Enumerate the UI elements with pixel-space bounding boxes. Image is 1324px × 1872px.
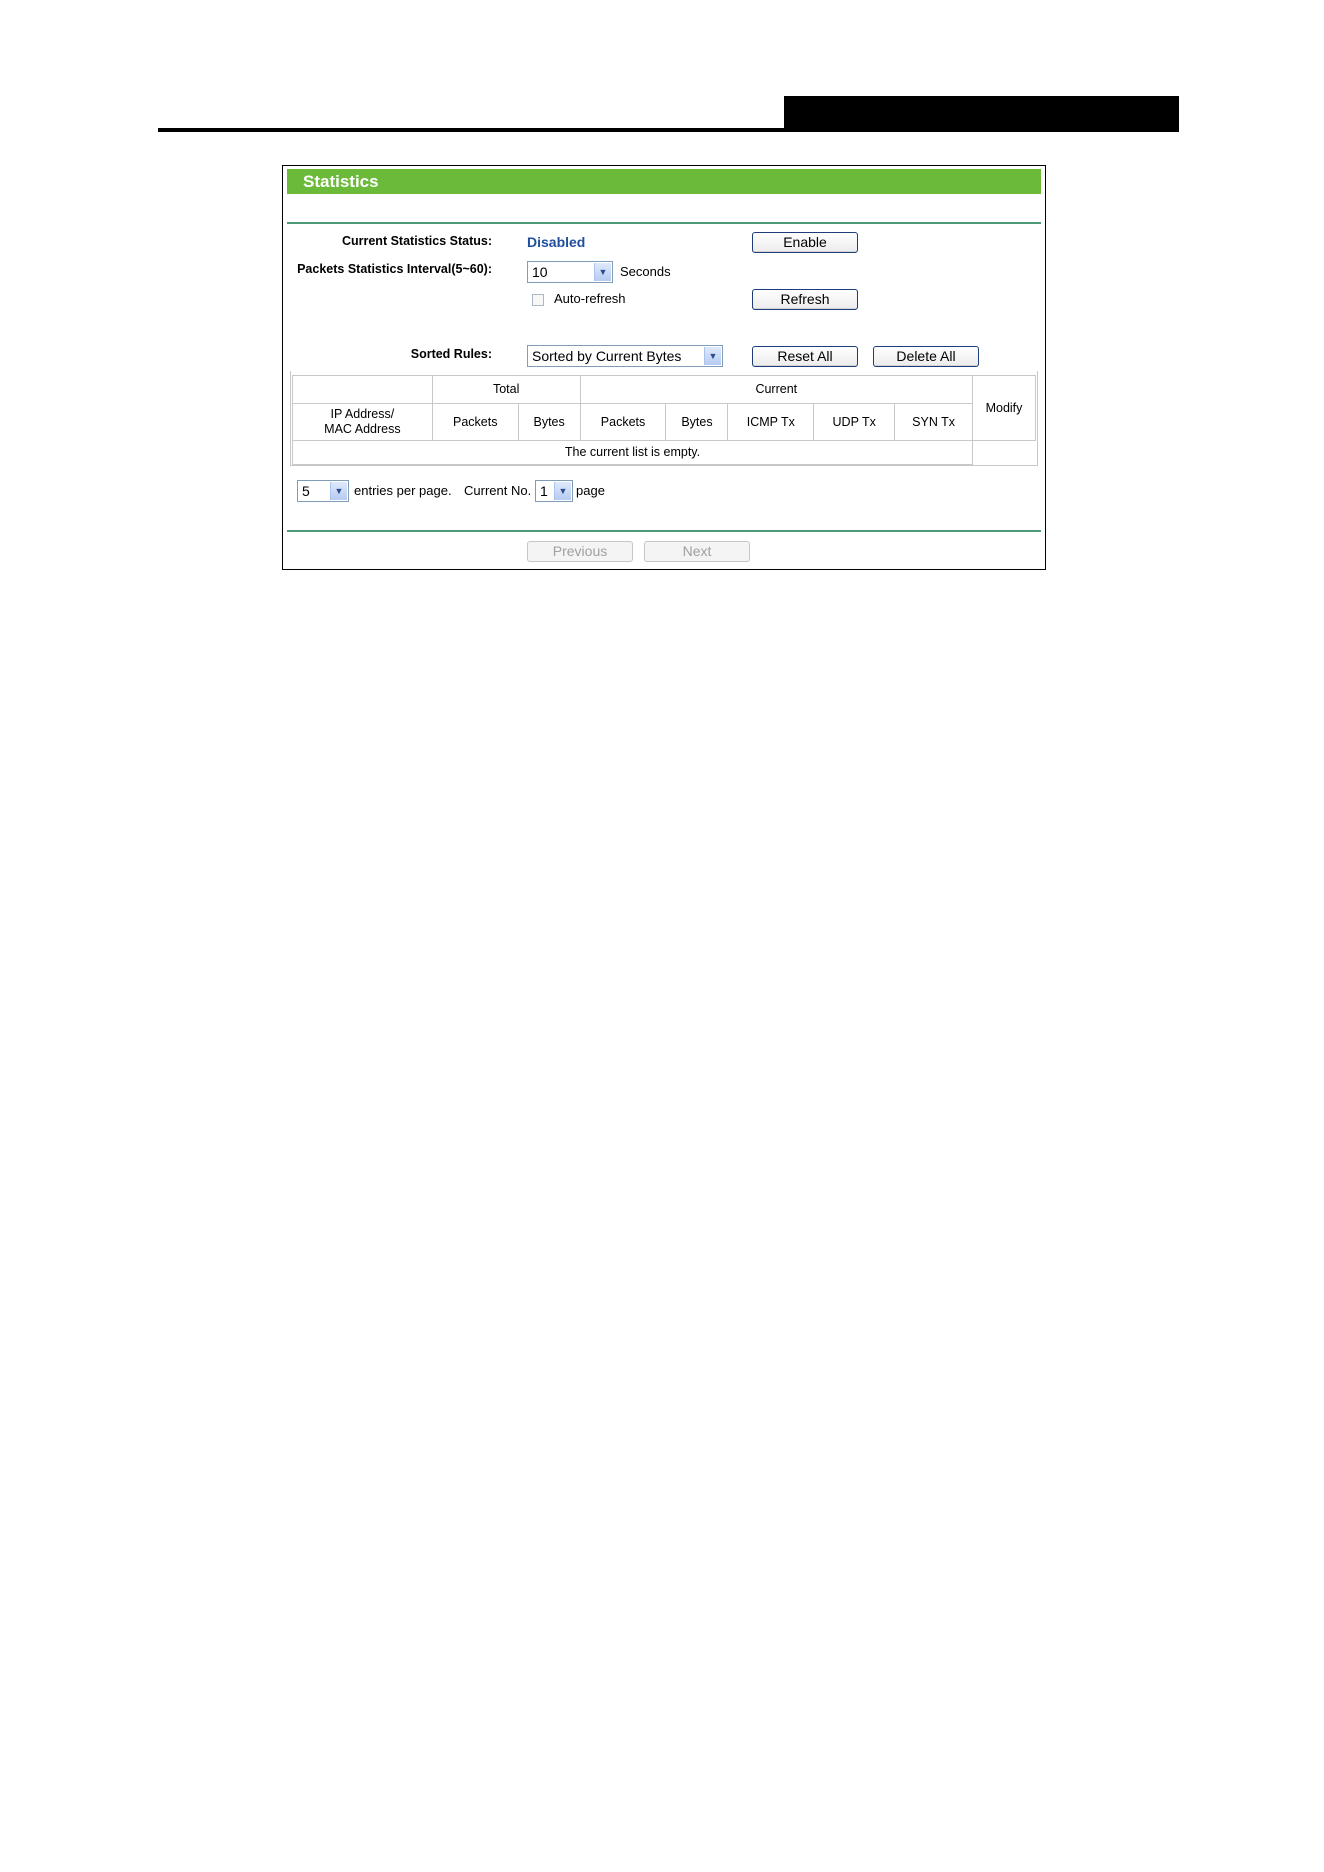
header-ip-mac: IP Address/ MAC Address (292, 403, 433, 441)
next-button[interactable]: Next (644, 541, 750, 562)
status-value: Disabled (527, 234, 586, 250)
entries-per-page-select[interactable]: 5 ▼ (297, 480, 349, 502)
interval-select[interactable]: 10 ▼ (527, 261, 613, 283)
chevron-down-icon: ▼ (554, 482, 571, 500)
sorted-rules-select[interactable]: Sorted by Current Bytes ▼ (527, 345, 723, 367)
header-group-total: Total (431, 375, 581, 404)
current-page-value: 1 (540, 483, 548, 499)
bottom-separator (287, 530, 1041, 532)
panel-title: Statistics (287, 169, 1041, 194)
statistics-panel: Statistics Current Statistics Status: Di… (282, 165, 1046, 570)
current-page-label: Current No. (464, 483, 532, 498)
sorted-rules-label: Sorted Rules: (410, 347, 492, 361)
header-total-bytes: Bytes (517, 403, 581, 441)
document-header-rule (158, 128, 1178, 132)
reset-all-button[interactable]: Reset All (752, 346, 858, 367)
table-empty-row: The current list is empty. (292, 440, 973, 465)
header-empty-cell (292, 375, 433, 404)
interval-select-value: 10 (532, 264, 548, 280)
header-syn-tx: SYN Tx (894, 403, 973, 441)
header-group-current: Current (579, 375, 974, 404)
header-ip-line2: MAC Address (324, 422, 401, 436)
header-current-packets: Packets (579, 403, 667, 441)
entries-per-page-value: 5 (302, 483, 310, 499)
header-current-bytes: Bytes (665, 403, 729, 441)
statistics-table: Total Current Modify IP Address/ MAC Add… (292, 375, 1036, 465)
interval-label: Packets Statistics Interval(5~60): (297, 262, 492, 276)
header-udp-tx: UDP Tx (813, 403, 896, 441)
refresh-button[interactable]: Refresh (752, 289, 858, 310)
interval-unit: Seconds (620, 264, 671, 279)
header-ip-line1: IP Address/ (330, 407, 395, 421)
top-separator (287, 222, 1041, 224)
autorefresh-label: Auto-refresh (554, 291, 626, 306)
chevron-down-icon: ▼ (594, 263, 611, 281)
chevron-down-icon: ▼ (704, 347, 721, 365)
header-icmp-tx: ICMP Tx (727, 403, 815, 441)
header-total-packets: Packets (431, 403, 519, 441)
document-header-tick (1176, 96, 1179, 132)
document-header-block (784, 96, 1176, 130)
delete-all-button[interactable]: Delete All (873, 346, 979, 367)
page-label: page (576, 483, 605, 498)
current-page-select[interactable]: 1 ▼ (535, 480, 573, 502)
header-modify: Modify (972, 375, 1036, 441)
status-label: Current Statistics Status: (341, 234, 492, 248)
entries-per-page-label: entries per page. (354, 483, 452, 498)
chevron-down-icon: ▼ (330, 482, 347, 500)
sorted-rules-value: Sorted by Current Bytes (532, 348, 682, 364)
enable-button[interactable]: Enable (752, 232, 858, 253)
autorefresh-checkbox[interactable] (532, 294, 544, 306)
previous-button[interactable]: Previous (527, 541, 633, 562)
